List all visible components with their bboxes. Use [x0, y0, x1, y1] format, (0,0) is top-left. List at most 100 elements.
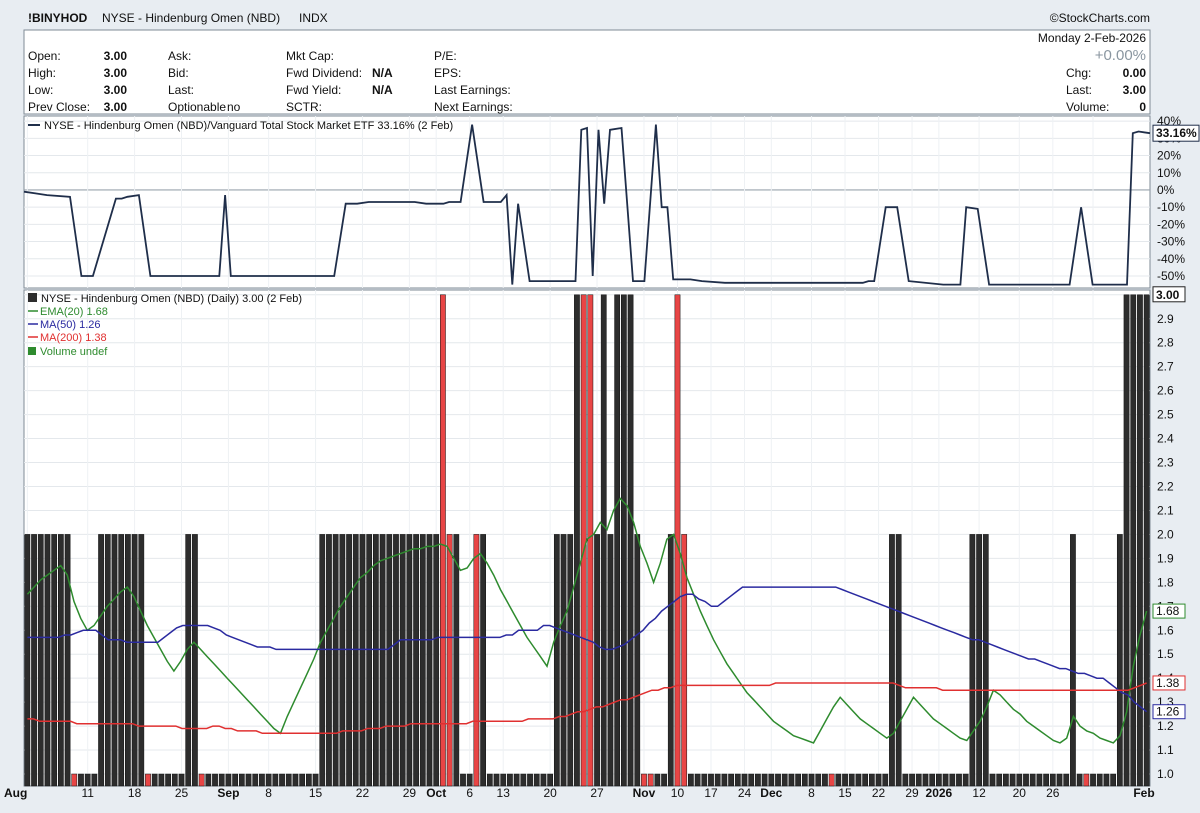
price-bar: [473, 534, 480, 787]
price-bar: [748, 773, 755, 787]
price-bar: [426, 534, 433, 787]
price-bar: [902, 773, 909, 787]
price-bar: [922, 773, 929, 787]
price-bar: [198, 773, 205, 787]
ratio-ytick-label: -50%: [1157, 269, 1185, 283]
main-ytick-label: 2.0: [1157, 527, 1174, 541]
price-bar: [339, 534, 346, 787]
price-bar: [600, 294, 607, 787]
price-bar: [158, 773, 165, 787]
price-bar: [413, 534, 419, 787]
quote-label: Prev Close:: [28, 100, 90, 114]
price-bar: [614, 294, 621, 787]
price-bar: [185, 534, 192, 787]
price-bar: [862, 773, 869, 787]
quote-value: 3.00: [104, 100, 128, 114]
price-bar: [882, 773, 889, 787]
price-bar: [1143, 294, 1150, 787]
price-bar: [507, 773, 513, 787]
price-bar: [1137, 294, 1143, 787]
price-bar: [621, 294, 627, 787]
price-bar: [855, 773, 862, 787]
price-bar: [647, 773, 654, 787]
price-bar: [37, 534, 44, 787]
price-bar: [138, 534, 145, 787]
price-bar: [755, 773, 761, 787]
pct-change: +0.00%: [1095, 47, 1146, 64]
ratio-panel: 40%30%20%10%0%-10%-20%-30%-40%-50%33.16%…: [23, 114, 1200, 289]
quote-label: Next Earnings:: [434, 100, 513, 114]
price-bar: [292, 773, 299, 787]
price-bar: [969, 534, 976, 787]
price-bar: [734, 773, 741, 787]
x-tick-label: 17: [704, 786, 718, 800]
price-bar: [909, 773, 915, 787]
x-tick-label: Nov: [633, 786, 656, 800]
price-bar: [125, 534, 131, 787]
x-tick-label: 13: [497, 786, 511, 800]
main-ytick-label: 2.8: [1157, 336, 1174, 350]
symbol: !BINYHOD: [28, 11, 88, 25]
price-bar: [71, 773, 78, 787]
main-ytick-label: 1.5: [1157, 647, 1174, 661]
price-bar: [513, 773, 520, 787]
price-bar: [996, 773, 1003, 787]
price-bar: [272, 773, 279, 787]
price-bar: [547, 773, 554, 787]
price-bar: [386, 534, 393, 787]
price-bar: [312, 773, 319, 787]
ratio-ytick-label: 20%: [1157, 149, 1181, 163]
main-ytick-label: 2.1: [1157, 503, 1174, 517]
x-tick-label: 6: [466, 786, 473, 800]
x-tick-label: 29: [905, 786, 919, 800]
quote-value: 0: [1139, 100, 1146, 114]
x-tick-label: 10: [671, 786, 685, 800]
ratio-ytick-label: 0%: [1157, 183, 1175, 197]
price-bar: [493, 773, 500, 787]
quote-label: Optionable: [168, 100, 226, 114]
price-bar: [667, 534, 674, 787]
stockchart-svg: !BINYHOD NYSE - Hindenburg Omen (NBD) IN…: [0, 0, 1200, 808]
main-ytick-label: 2.4: [1157, 432, 1174, 446]
quote-value: 3.00: [104, 49, 128, 63]
price-bar: [279, 773, 285, 787]
price-bar: [533, 773, 540, 787]
price-bar: [741, 773, 748, 787]
price-bar: [982, 534, 989, 787]
x-tick-label: 25: [175, 786, 189, 800]
price-bar: [848, 773, 855, 787]
price-bar: [433, 534, 440, 787]
main-ytick-label: 1.9: [1157, 551, 1174, 565]
quote-label: Mkt Cap:: [286, 49, 334, 63]
price-bar: [1023, 773, 1029, 787]
main-ytick-label: 1.1: [1157, 743, 1174, 757]
x-tick-label: 11: [81, 786, 94, 800]
quote-label: P/E:: [434, 49, 457, 63]
price-bar: [225, 773, 232, 787]
main-ytick-label: 1.2: [1157, 719, 1174, 733]
x-tick-label: 18: [128, 786, 142, 800]
quote-panel: Monday 2-Feb-2026 +0.00% Open: 3.00 High: 3…: [23, 29, 1151, 115]
price-bar: [118, 534, 125, 787]
price-bar: [98, 534, 104, 787]
quote-label: Open:: [28, 49, 61, 63]
ma-legend-label: MA(200) 1.38: [40, 332, 107, 344]
x-tick-label: 12: [972, 786, 986, 800]
price-bar: [1103, 773, 1110, 787]
quote-label: Last Earnings:: [434, 83, 511, 97]
quote-label: EPS:: [434, 66, 461, 80]
main-ytick-label: 1.8: [1157, 575, 1174, 589]
price-bar: [560, 534, 567, 787]
x-tick-label: 22: [872, 786, 886, 800]
x-tick-label: 29: [403, 786, 417, 800]
price-bar: [661, 773, 667, 787]
price-bar: [775, 773, 781, 787]
price-bar: [285, 773, 292, 787]
quote-date: Monday 2-Feb-2026: [1038, 31, 1146, 45]
price-bar: [527, 773, 533, 787]
price-bar: [238, 773, 245, 787]
price-bar: [801, 773, 808, 787]
price-bar: [875, 773, 882, 787]
price-bar: [1110, 773, 1117, 787]
price-bar: [104, 534, 111, 787]
